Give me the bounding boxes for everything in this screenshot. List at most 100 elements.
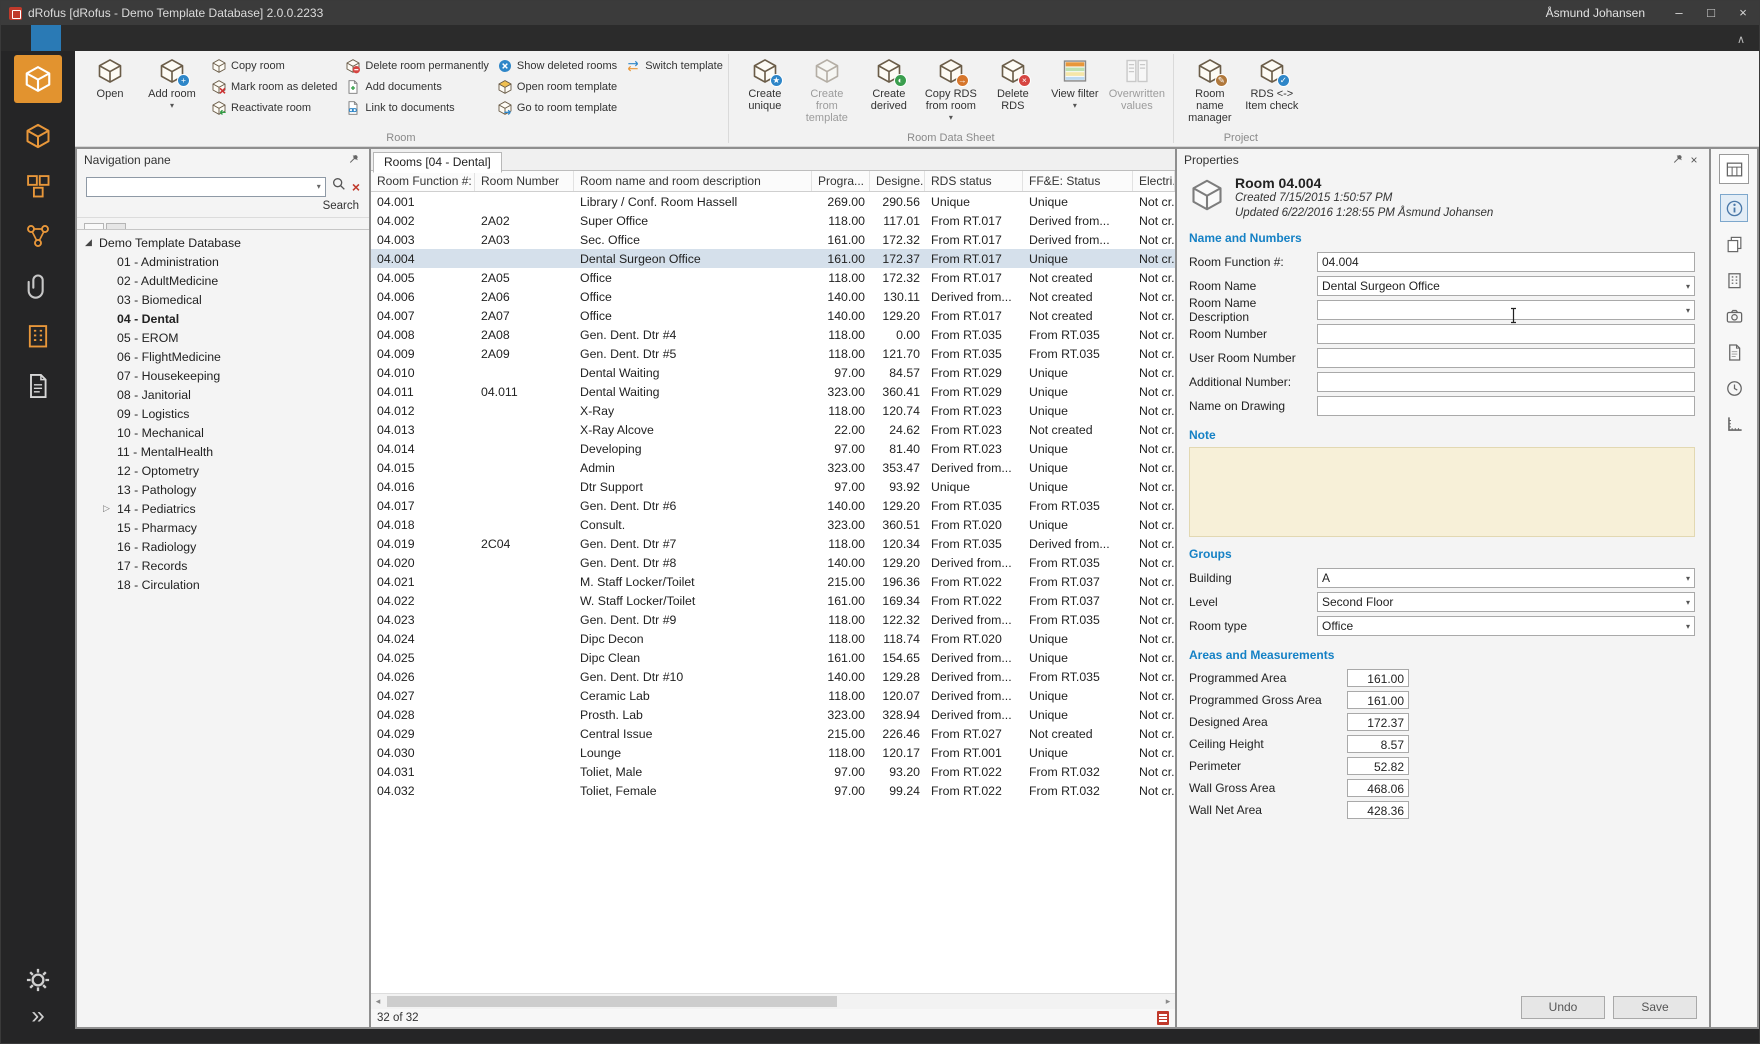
ribbon-tab[interactable] [91,25,121,51]
ribbon-button[interactable]: View filter ▾ [1044,53,1106,131]
table-row[interactable]: 04.019 2C04 Gen. Dent. Dtr #7 118.00 120… [371,534,1175,553]
tree-item[interactable]: 10 - Mechanical [77,423,369,442]
datasheet-button[interactable] [1719,154,1749,184]
table-row[interactable]: 04.032 Toliet, Female 97.00 99.24 From R… [371,781,1175,800]
ribbon-button[interactable]: ◐ Create derived ▾ [858,53,920,131]
ribbon-tab[interactable] [31,25,61,51]
images-tab[interactable] [1720,302,1748,330]
scroll-right-icon[interactable]: ▸ [1161,996,1175,1007]
sidebar-module-systems[interactable] [21,219,55,253]
field-input[interactable]: ▾ [1317,372,1695,392]
chevron-down-icon[interactable]: ▾ [1682,598,1690,607]
table-row[interactable]: 04.021 M. Staff Locker/Toilet 215.00 196… [371,572,1175,591]
measurement-value[interactable]: 161.00 [1347,691,1409,709]
field-input[interactable]: 04.004 ▾ [1317,252,1695,272]
settings-button[interactable] [21,963,55,997]
ribbon-button[interactable]: ✎ Room name manager ▾ [1179,53,1241,131]
table-row[interactable]: 04.009 2A09 Gen. Dent. Dtr #5 118.00 121… [371,344,1175,363]
pin-icon[interactable] [346,153,362,168]
sidebar-module-attachments[interactable] [21,269,55,303]
collapse-ribbon-button[interactable]: ∧ [1737,25,1759,51]
field-input[interactable]: ▾ [1317,300,1695,320]
ribbon-button[interactable]: Overwritten values ▾ [1106,53,1168,131]
field-combo[interactable]: A ▾ [1317,568,1695,588]
field-input[interactable]: ▾ [1317,348,1695,368]
tree-item[interactable]: 02 - AdultMedicine [77,271,369,290]
tree-item[interactable]: 04 - Dental [77,309,369,328]
sidebar-module-items[interactable] [21,169,55,203]
ribbon-button[interactable]: Copy room [211,57,337,75]
ribbon-button[interactable]: Link to documents [345,99,489,117]
building-tab[interactable] [1720,266,1748,294]
ribbon-button[interactable]: ★ Create unique ▾ [734,53,796,131]
table-row[interactable]: 04.017 Gen. Dent. Dtr #6 140.00 129.20 F… [371,496,1175,515]
documents-tab[interactable] [1720,338,1748,366]
measurement-value[interactable]: 468.06 [1347,779,1409,797]
ribbon-button[interactable]: → Copy RDS from room ▾ [920,53,982,131]
column-header[interactable]: RDS status [925,171,1023,191]
tree-item[interactable]: 11 - MentalHealth [77,442,369,461]
ribbon-button[interactable]: × Delete RDS ▾ [982,53,1044,131]
field-input[interactable]: ▾ [1317,324,1695,344]
ribbon-tab[interactable] [61,25,91,51]
ribbon-button[interactable]: ✓ RDS <-> Item check ▾ [1241,53,1303,131]
nav-tab[interactable] [84,223,104,229]
tree-item[interactable]: 12 - Optometry [77,461,369,480]
ribbon-button[interactable]: Create from template ▾ [796,53,858,131]
tree-expander-icon[interactable] [103,503,117,514]
pin-icon[interactable] [1670,153,1686,168]
ribbon-button[interactable]: Switch template [625,57,723,75]
table-row[interactable]: 04.031 Toliet, Male 97.00 93.20 From RT.… [371,762,1175,781]
table-row[interactable]: 04.027 Ceramic Lab 118.00 120.07 Derived… [371,686,1175,705]
ribbon-tab[interactable] [121,25,151,51]
tree-item[interactable]: 14 - Pediatrics [77,499,369,518]
ribbon-button[interactable]: Open room template [497,78,617,96]
chevron-down-icon[interactable]: ▾ [1682,622,1690,631]
rds-book-icon[interactable] [1157,1011,1169,1025]
rooms-table-tab[interactable]: Rooms [04 - Dental] [373,152,502,173]
chevron-down-icon[interactable]: ▾ [1682,282,1690,291]
ribbon-button[interactable]: Open ▾ [79,53,141,131]
minimize-button[interactable]: – [1663,1,1695,25]
undo-button[interactable]: Undo [1521,996,1605,1019]
table-row[interactable]: 04.004 Dental Surgeon Office 161.00 172.… [371,249,1175,268]
table-row[interactable]: 04.012 X-Ray 118.00 120.74 From RT.023 U… [371,401,1175,420]
info-tab[interactable] [1720,194,1748,222]
field-combo[interactable]: Office ▾ [1317,616,1695,636]
ribbon-tab[interactable] [1,25,31,51]
column-header[interactable]: Electri... [1133,171,1175,191]
measurement-value[interactable]: 8.57 [1347,735,1409,753]
chevron-down-icon[interactable]: ▾ [1682,306,1690,315]
field-input[interactable]: ▾ [1317,396,1695,416]
table-row[interactable]: 04.007 2A07 Office 140.00 129.20 From RT… [371,306,1175,325]
tree-item[interactable]: 03 - Biomedical [77,290,369,309]
close-button[interactable]: × [1727,1,1759,25]
table-row[interactable]: 04.006 2A06 Office 140.00 130.11 Derived… [371,287,1175,306]
scrollbar-track[interactable] [385,994,1161,1009]
table-row[interactable]: 04.001 Library / Conf. Room Hassell 269.… [371,192,1175,211]
tree-item[interactable]: 09 - Logistics [77,404,369,423]
table-row[interactable]: 04.005 2A05 Office 118.00 172.32 From RT… [371,268,1175,287]
table-row[interactable]: 04.015 Admin 323.00 353.47 Derived from.… [371,458,1175,477]
save-button[interactable]: Save [1613,996,1697,1019]
maximize-button[interactable]: □ [1695,1,1727,25]
ribbon-tab[interactable] [151,25,181,51]
measurement-value[interactable]: 428.36 [1347,801,1409,819]
table-row[interactable]: 04.026 Gen. Dent. Dtr #10 140.00 129.28 … [371,667,1175,686]
tree-expander-icon[interactable] [85,237,99,248]
field-combo[interactable]: Second Floor ▾ [1317,592,1695,612]
tree-item[interactable]: 15 - Pharmacy [77,518,369,537]
table-row[interactable]: 04.014 Developing 97.00 81.40 From RT.02… [371,439,1175,458]
table-row[interactable]: 04.029 Central Issue 215.00 226.46 From … [371,724,1175,743]
field-input[interactable]: Dental Surgeon Office ▾ [1317,276,1695,296]
copies-tab[interactable] [1720,230,1748,258]
table-row[interactable]: 04.010 Dental Waiting 97.00 84.57 From R… [371,363,1175,382]
tree-item[interactable]: 16 - Radiology [77,537,369,556]
search-input[interactable]: ▾ [86,177,326,197]
ribbon-button[interactable]: Go to room template [497,99,617,117]
ribbon-button[interactable]: Add documents [345,78,489,96]
tree-item[interactable]: 07 - Housekeeping [77,366,369,385]
measurement-value[interactable]: 161.00 [1347,669,1409,687]
table-row[interactable]: 04.016 Dtr Support 97.00 93.92 Unique Un… [371,477,1175,496]
measurements-tab[interactable] [1720,410,1748,438]
